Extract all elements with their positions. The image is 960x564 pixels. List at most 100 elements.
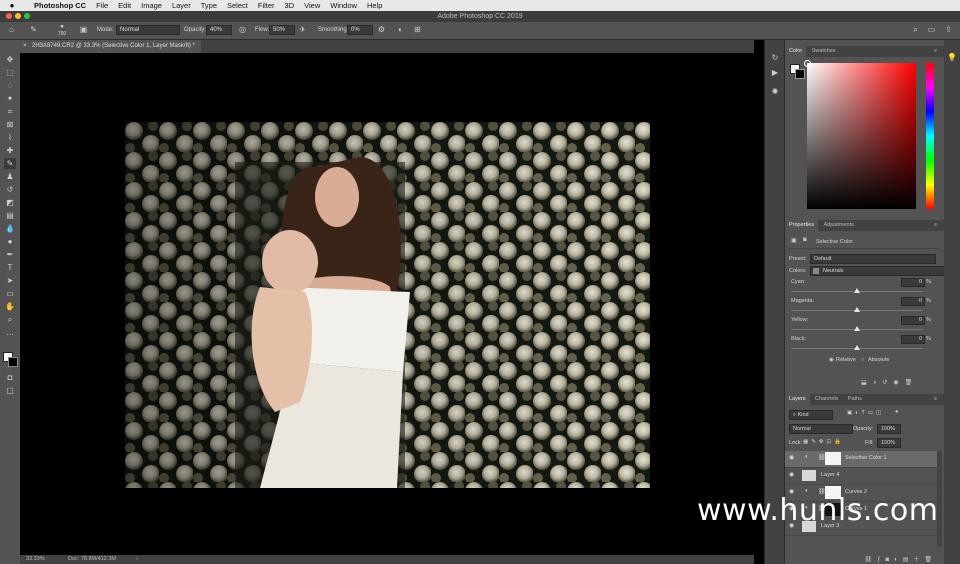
more-tools-icon[interactable]: … (4, 327, 16, 338)
eyedropper-tool-icon[interactable]: ⌇ (4, 132, 16, 143)
menu-layer[interactable]: Layer (172, 1, 191, 10)
color-picker-cursor[interactable] (804, 60, 811, 67)
yellow-slider-thumb[interactable] (854, 326, 860, 331)
eraser-tool-icon[interactable]: ◩ (4, 197, 16, 208)
tab-adjustments[interactable]: Adjustments (820, 220, 858, 231)
smoothing-field[interactable]: 0% (347, 25, 373, 35)
layers-menu-icon[interactable]: ≡ (930, 394, 941, 405)
link-layers-icon[interactable]: ⛓ (864, 557, 877, 563)
home-icon[interactable]: ⌂ (6, 25, 17, 36)
layer-visibility-eye-icon[interactable]: ◉ (789, 454, 794, 461)
panel-menu-icon[interactable]: ≡ (930, 46, 941, 57)
menu-3d[interactable]: 3D (285, 1, 295, 10)
marquee-tool-icon[interactable]: ⬚ (4, 67, 16, 78)
delete-layer-icon[interactable]: 🗑 (924, 557, 937, 563)
fill-field[interactable]: 100% (877, 438, 901, 448)
tab-channels[interactable]: Channels (811, 394, 842, 405)
colors-select[interactable]: Neutrals (810, 266, 945, 276)
dodge-tool-icon[interactable]: ● (4, 236, 16, 247)
symmetry-icon[interactable]: ⊞ (412, 25, 423, 36)
quick-select-tool-icon[interactable]: ✦ (4, 93, 16, 104)
brush-presets-icon[interactable]: ✺ (769, 86, 781, 97)
gear-icon[interactable]: ⚙ (376, 25, 387, 36)
path-selection-tool-icon[interactable]: ➤ (4, 275, 16, 286)
blend-mode-select[interactable]: Normal (789, 424, 853, 434)
black-value[interactable]: 0 (901, 335, 925, 344)
crop-tool-icon[interactable]: ⌗ (4, 106, 16, 117)
magenta-slider-thumb[interactable] (854, 307, 860, 312)
rectangle-tool-icon[interactable]: ▭ (4, 288, 16, 299)
background-color-swatch[interactable] (8, 357, 18, 367)
blur-tool-icon[interactable]: 💧 (4, 223, 16, 234)
healing-brush-tool-icon[interactable]: ✚ (4, 145, 16, 156)
tab-properties[interactable]: Properties (785, 220, 819, 231)
brush-tool-icon[interactable]: ✎ (4, 158, 16, 169)
tab-layers[interactable]: Layers (785, 394, 810, 405)
clip-to-layer-icon[interactable]: ⬓ (861, 380, 873, 386)
close-tab-icon[interactable]: × (23, 40, 27, 53)
frame-tool-icon[interactable]: ⊠ (4, 119, 16, 130)
tab-swatches[interactable]: Swatches (808, 46, 840, 57)
color-field-picker[interactable] (804, 60, 916, 209)
pressure-size-icon[interactable]: ◐ (395, 25, 406, 36)
black-slider-thumb[interactable] (854, 345, 860, 350)
pressure-opacity-icon[interactable]: ◎ (237, 25, 248, 36)
menu-window[interactable]: Window (330, 1, 357, 10)
document-image[interactable] (125, 122, 650, 488)
tab-paths[interactable]: Paths (844, 394, 866, 405)
minimize-window-button[interactable] (15, 13, 21, 19)
menu-file[interactable]: File (96, 1, 108, 10)
menu-filter[interactable]: Filter (258, 1, 275, 10)
lock-icons[interactable]: ▦✎✥⊡🔒 (803, 439, 844, 445)
menu-type[interactable]: Type (201, 1, 217, 10)
document-tab[interactable]: × 2H3A8749.CR2 @ 33.3% (Selective Color … (20, 40, 201, 53)
brush-tool-preset-icon[interactable]: ✎ (28, 25, 39, 36)
status-menu-chevron-icon[interactable]: › (136, 556, 138, 562)
cyan-value[interactable]: 0 (901, 278, 925, 287)
mask-icon[interactable]: ◙ (803, 237, 807, 243)
layer-mask-thumbnail[interactable] (825, 452, 841, 465)
opacity-field[interactable]: 40% (206, 25, 232, 35)
layer-filter-icons[interactable]: ▣◐T▭◫ (847, 410, 884, 416)
layer-row[interactable]: ◉ Layer 4 (785, 468, 937, 485)
filter-toggle-icon[interactable]: ● (895, 409, 898, 415)
airbrush-icon[interactable]: ✈ (297, 25, 308, 36)
brush-size-picker[interactable]: ● 700 (55, 23, 69, 37)
search-icon[interactable]: ⌕ (910, 25, 921, 36)
clone-stamp-tool-icon[interactable]: ♟ (4, 171, 16, 182)
trash-icon[interactable]: 🗑 (905, 380, 919, 386)
pen-tool-icon[interactable]: ✒ (4, 249, 16, 260)
relative-radio[interactable]: ◉ (829, 357, 834, 363)
color-panel-background-swatch[interactable] (795, 69, 805, 79)
actions-play-icon[interactable]: ▶ (769, 67, 781, 78)
layer-visibility-eye-icon[interactable]: ◉ (789, 471, 794, 478)
lasso-tool-icon[interactable]: ◌ (4, 80, 16, 91)
move-tool-icon[interactable]: ✥ (4, 54, 16, 65)
preset-select[interactable]: Default (810, 254, 936, 264)
absolute-radio[interactable]: ○ (861, 357, 864, 363)
screen-mode-icon[interactable]: ▢ (4, 385, 16, 396)
menu-edit[interactable]: Edit (118, 1, 131, 10)
apple-menu-icon[interactable]: ● (6, 1, 18, 10)
history-brush-tool-icon[interactable]: ↺ (4, 184, 16, 195)
cyan-slider-thumb[interactable] (854, 288, 860, 293)
quick-mask-icon[interactable]: ◘ (4, 372, 16, 383)
new-adjustment-icon[interactable]: ◐ (894, 557, 903, 563)
add-mask-icon[interactable]: ◙ (885, 557, 894, 563)
share-icon[interactable]: ⇪ (943, 25, 954, 36)
learn-lightbulb-icon[interactable]: 💡 (946, 52, 958, 63)
tab-color[interactable]: Color (785, 46, 807, 57)
hand-tool-icon[interactable]: ✋ (4, 301, 16, 312)
magenta-value[interactable]: 0 (901, 297, 925, 306)
hue-slider[interactable] (926, 63, 934, 209)
visibility-eye-icon[interactable]: ◉ (893, 380, 904, 386)
reset-icon[interactable]: ↺ (882, 380, 893, 386)
history-panel-icon[interactable]: ↻ (769, 52, 781, 63)
layer-filter-kind[interactable]: ⌕ Kind (789, 410, 833, 420)
menu-help[interactable]: Help (367, 1, 382, 10)
view-previous-icon[interactable]: ◑ (873, 380, 883, 386)
workspace-icon[interactable]: ▭ (926, 25, 937, 36)
new-group-icon[interactable]: ▤ (903, 557, 914, 563)
new-layer-icon[interactable]: ＋ (913, 557, 924, 563)
properties-menu-icon[interactable]: ≡ (930, 220, 941, 231)
